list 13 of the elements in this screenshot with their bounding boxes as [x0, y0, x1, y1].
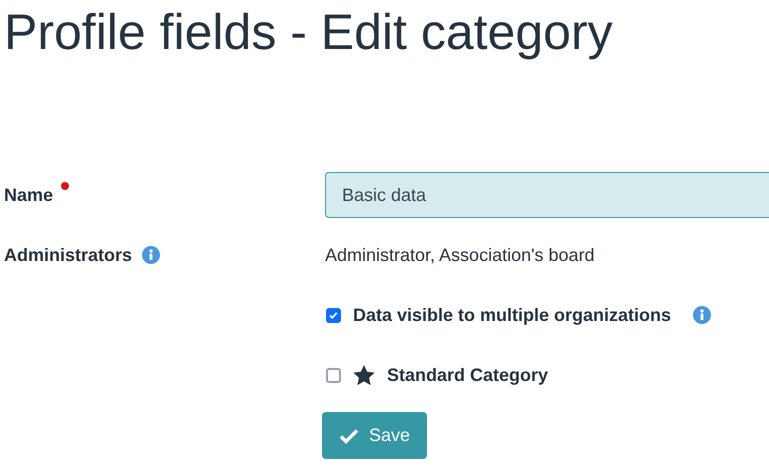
name-input[interactable]: Basic data	[325, 172, 769, 218]
checkbox[interactable]	[326, 308, 341, 322]
info-icon[interactable]	[142, 246, 160, 264]
check-icon	[339, 428, 359, 444]
field-label: Administrators	[4, 244, 132, 266]
page-title: Profile fields - Edit category	[3, 3, 614, 62]
checkbox[interactable]	[326, 368, 341, 382]
star-icon	[353, 364, 375, 386]
checkbox-label: Data visible to multiple organizations	[353, 304, 672, 326]
field-label: Name	[4, 184, 54, 206]
administrators-value: Administrator, Association's board	[325, 244, 595, 266]
info-icon[interactable]	[693, 306, 712, 324]
checkbox-label: Standard Category	[387, 364, 548, 386]
